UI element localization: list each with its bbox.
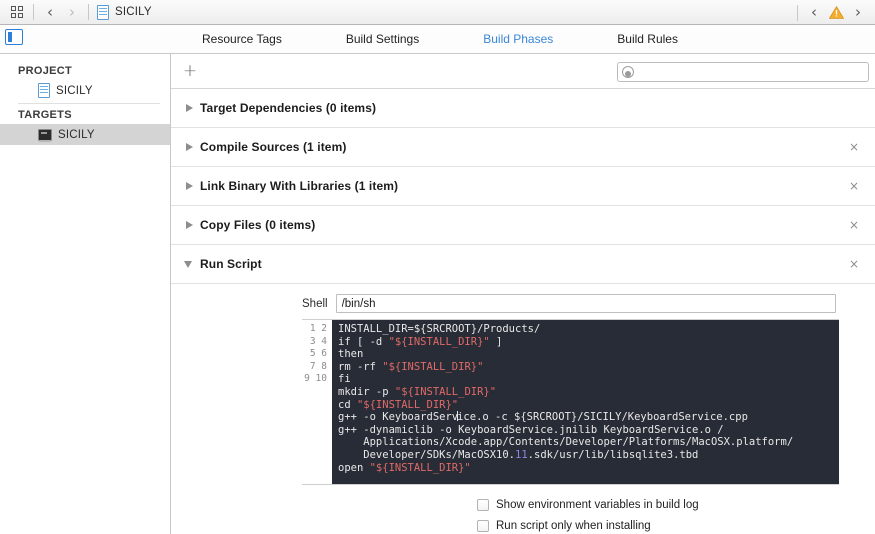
sidebar-item-label: SICILY bbox=[56, 84, 93, 97]
remove-phase-button[interactable]: × bbox=[849, 141, 859, 153]
go-back-button[interactable]: ‹ bbox=[39, 1, 61, 23]
sidebar-item-target-sicily[interactable]: SICILY bbox=[0, 124, 170, 145]
add-build-phase-button[interactable]: + bbox=[181, 62, 199, 80]
sidebar-divider bbox=[18, 103, 160, 104]
option-label: Run script only when installing bbox=[496, 519, 651, 532]
run-script-options: Show environment variables in build log … bbox=[171, 485, 875, 534]
script-code-area[interactable]: INSTALL_DIR=${SRCROOT}/Products/ if [ -d… bbox=[332, 320, 839, 484]
project-icon bbox=[38, 83, 50, 98]
window-toolbar: ‹ › SICILY ‹ › bbox=[0, 0, 875, 25]
breadcrumb-label: SICILY bbox=[115, 6, 152, 18]
phase-title: Run Script bbox=[200, 257, 262, 271]
document-icon bbox=[97, 4, 109, 20]
editor-tab-bar: Resource Tags Build Settings Build Phase… bbox=[0, 25, 875, 54]
run-script-detail: Shell 1 2 3 4 5 6 7 8 9 10 INSTALL_DIR=$… bbox=[171, 284, 875, 534]
phase-row-link-binary-with-libraries[interactable]: Link Binary With Libraries (1 item) × bbox=[171, 167, 875, 206]
disclosure-triangle-icon[interactable] bbox=[183, 140, 197, 154]
go-forward-button[interactable]: › bbox=[61, 1, 83, 23]
tab-list: Resource Tags Build Settings Build Phase… bbox=[170, 30, 710, 48]
project-sidebar: PROJECT SICILY TARGETS SICILY bbox=[0, 54, 171, 534]
filter-field[interactable] bbox=[617, 62, 869, 82]
line-number-gutter: 1 2 3 4 5 6 7 8 9 10 bbox=[302, 320, 332, 484]
phase-title: Link Binary With Libraries (1 item) bbox=[200, 179, 399, 193]
chevron-right-icon: › bbox=[69, 2, 75, 21]
sidebar-item-label: SICILY bbox=[58, 128, 95, 141]
main-body: PROJECT SICILY TARGETS SICILY + Target D… bbox=[0, 54, 875, 534]
remove-phase-button[interactable]: × bbox=[849, 258, 859, 270]
chevron-left-icon: ‹ bbox=[47, 2, 53, 21]
disclosure-triangle-icon[interactable] bbox=[183, 179, 197, 193]
remove-phase-button[interactable]: × bbox=[849, 180, 859, 192]
search-icon bbox=[622, 66, 634, 78]
toolbar-right-group: ‹ › bbox=[792, 0, 869, 25]
build-phases-pane: + Target Dependencies (0 items) Compile … bbox=[171, 54, 875, 534]
chevron-right-icon: › bbox=[855, 3, 861, 21]
navigator-toggle-button[interactable] bbox=[6, 1, 28, 23]
phase-title: Target Dependencies (0 items) bbox=[200, 101, 377, 115]
tab-build-rules[interactable]: Build Rules bbox=[611, 30, 684, 48]
tab-build-settings[interactable]: Build Settings bbox=[340, 30, 425, 48]
disclosure-triangle-icon[interactable] bbox=[183, 101, 197, 115]
target-icon bbox=[38, 128, 52, 142]
tab-build-phases[interactable]: Build Phases bbox=[477, 30, 559, 48]
phase-row-target-dependencies[interactable]: Target Dependencies (0 items) bbox=[171, 89, 875, 128]
chevron-left-icon: ‹ bbox=[811, 3, 817, 21]
checkbox[interactable] bbox=[477, 498, 489, 511]
toolbar-divider-1 bbox=[33, 4, 34, 20]
shell-input[interactable] bbox=[335, 294, 836, 313]
remove-phase-button[interactable]: × bbox=[849, 219, 859, 231]
phase-title: Compile Sources (1 item) bbox=[200, 140, 347, 154]
disclosure-triangle-icon[interactable] bbox=[183, 218, 197, 232]
phase-row-compile-sources[interactable]: Compile Sources (1 item) × bbox=[171, 128, 875, 167]
phase-row-run-script[interactable]: Run Script × bbox=[171, 245, 875, 284]
sidebar-section-project: PROJECT bbox=[18, 65, 73, 77]
script-editor[interactable]: 1 2 3 4 5 6 7 8 9 10 INSTALL_DIR=${SRCRO… bbox=[302, 319, 839, 485]
breadcrumb[interactable]: SICILY bbox=[97, 4, 152, 20]
toolbar-divider-2 bbox=[88, 4, 89, 20]
previous-issue-button[interactable]: ‹ bbox=[803, 2, 825, 24]
sidebar-item-project-sicily[interactable]: SICILY bbox=[0, 80, 170, 101]
grid-icon bbox=[11, 6, 23, 18]
phase-title: Copy Files (0 items) bbox=[200, 218, 316, 232]
search-input[interactable] bbox=[638, 66, 858, 78]
shell-row: Shell bbox=[171, 294, 875, 313]
text-cursor bbox=[457, 411, 459, 422]
option-show-env-vars[interactable]: Show environment variables in build log bbox=[477, 494, 875, 515]
option-label: Show environment variables in build log bbox=[496, 498, 699, 511]
disclosure-triangle-icon[interactable] bbox=[183, 257, 197, 271]
next-issue-button[interactable]: › bbox=[847, 2, 869, 24]
warning-status-button[interactable] bbox=[825, 2, 847, 24]
phase-row-copy-files[interactable]: Copy Files (0 items) × bbox=[171, 206, 875, 245]
tab-resource-tags[interactable]: Resource Tags bbox=[196, 30, 288, 48]
shell-label: Shell bbox=[302, 297, 328, 310]
sidebar-section-targets: TARGETS bbox=[18, 109, 72, 121]
warning-triangle-icon bbox=[828, 6, 844, 19]
sidebar-toggle-button[interactable] bbox=[5, 29, 23, 45]
checkbox[interactable] bbox=[477, 519, 489, 532]
phase-toolbar: + bbox=[171, 54, 875, 89]
option-install-only[interactable]: Run script only when installing bbox=[477, 515, 875, 534]
toolbar-divider-3 bbox=[797, 4, 798, 21]
toolbar-left-group: ‹ › SICILY bbox=[0, 1, 152, 23]
